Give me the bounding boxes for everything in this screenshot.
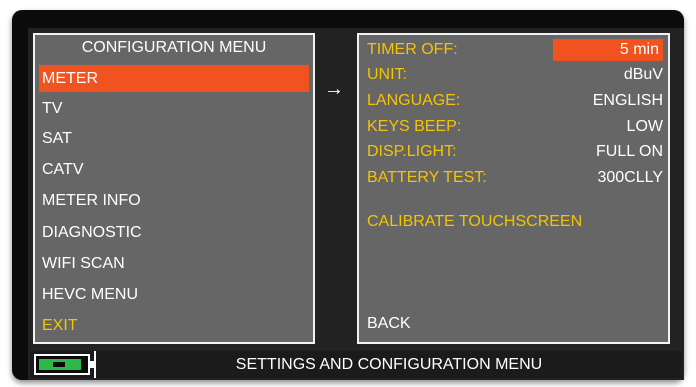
menu-item-meter-info[interactable]: METER INFO (39, 187, 309, 214)
menu-item-wifi-scan[interactable]: WIFI SCAN (39, 250, 309, 277)
back-button[interactable]: BACK (367, 315, 411, 333)
setting-language[interactable]: LANGUAGE: ENGLISH (367, 90, 663, 112)
setting-value[interactable]: dBuV (624, 64, 663, 86)
menu-item-hevc-menu[interactable]: HEVC MENU (39, 281, 309, 308)
setting-unit[interactable]: UNIT: dBuV (367, 64, 663, 86)
menu-item-tv[interactable]: TV (39, 95, 309, 122)
menu-item-exit[interactable]: EXIT (39, 312, 309, 339)
device-frame: CONFIGURATION MENU METER TV SAT CATV MET… (12, 10, 684, 380)
setting-label: BATTERY TEST: (367, 169, 487, 186)
setting-label: TIMER OFF: (367, 41, 458, 58)
arrow-right-icon: → (324, 78, 344, 100)
menu-item-sat[interactable]: SAT (39, 125, 309, 152)
setting-value[interactable]: LOW (627, 116, 663, 138)
menu-item-catv[interactable]: CATV (39, 156, 309, 183)
setting-value-selected[interactable]: 5 min (553, 39, 663, 61)
screen: CONFIGURATION MENU METER TV SAT CATV MET… (28, 28, 684, 380)
setting-value[interactable]: FULL ON (596, 141, 663, 163)
setting-battery-test[interactable]: BATTERY TEST: 300CLLY (367, 167, 663, 189)
configuration-menu-panel: CONFIGURATION MENU METER TV SAT CATV MET… (33, 33, 315, 344)
menu-item-diagnostic[interactable]: DIAGNOSTIC (39, 219, 309, 246)
setting-value[interactable]: 300CLLY (597, 167, 663, 189)
menu-item-meter[interactable]: METER (39, 65, 309, 92)
battery-icon (34, 354, 94, 375)
meter-settings-panel: TIMER OFF: 5 min UNIT: dBuV LANGUAGE: EN… (357, 33, 670, 344)
calibrate-touchscreen-item[interactable]: CALIBRATE TOUCHSCREEN (367, 213, 582, 231)
setting-label: KEYS BEEP: (367, 118, 462, 135)
battery-plug-glyph (53, 362, 65, 367)
setting-timer-off[interactable]: TIMER OFF: 5 min (367, 39, 663, 61)
setting-label: LANGUAGE: (367, 92, 461, 109)
status-bar: SETTINGS AND CONFIGURATION MENU (30, 351, 682, 378)
setting-disp-light[interactable]: DISP.LIGHT: FULL ON (367, 141, 663, 163)
setting-label: DISP.LIGHT: (367, 143, 457, 160)
setting-value[interactable]: ENGLISH (593, 90, 663, 112)
configuration-menu-title: CONFIGURATION MENU (81, 39, 267, 56)
status-text: SETTINGS AND CONFIGURATION MENU (235, 356, 543, 373)
setting-label: UNIT: (367, 66, 407, 83)
setting-keys-beep[interactable]: KEYS BEEP: LOW (367, 116, 663, 138)
